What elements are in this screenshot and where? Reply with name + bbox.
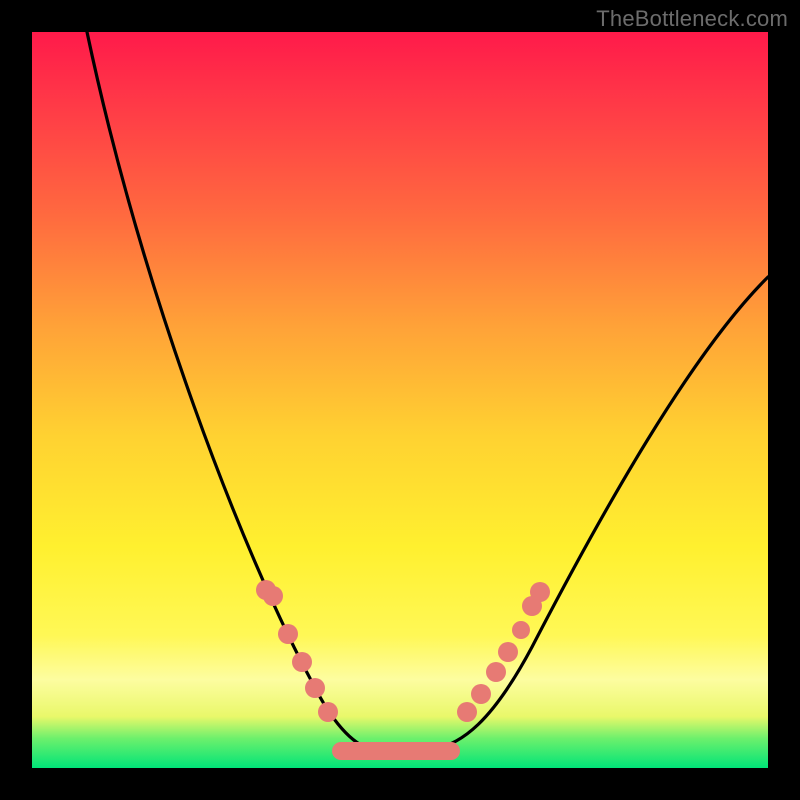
right-dot-cluster [457,582,550,722]
plot-area [32,32,768,768]
curve-min-band [332,742,460,760]
bottleneck-curve [32,32,768,768]
watermark-text: TheBottleneck.com [596,6,788,32]
chart-frame: TheBottleneck.com [0,0,800,800]
curve-path [87,32,768,750]
